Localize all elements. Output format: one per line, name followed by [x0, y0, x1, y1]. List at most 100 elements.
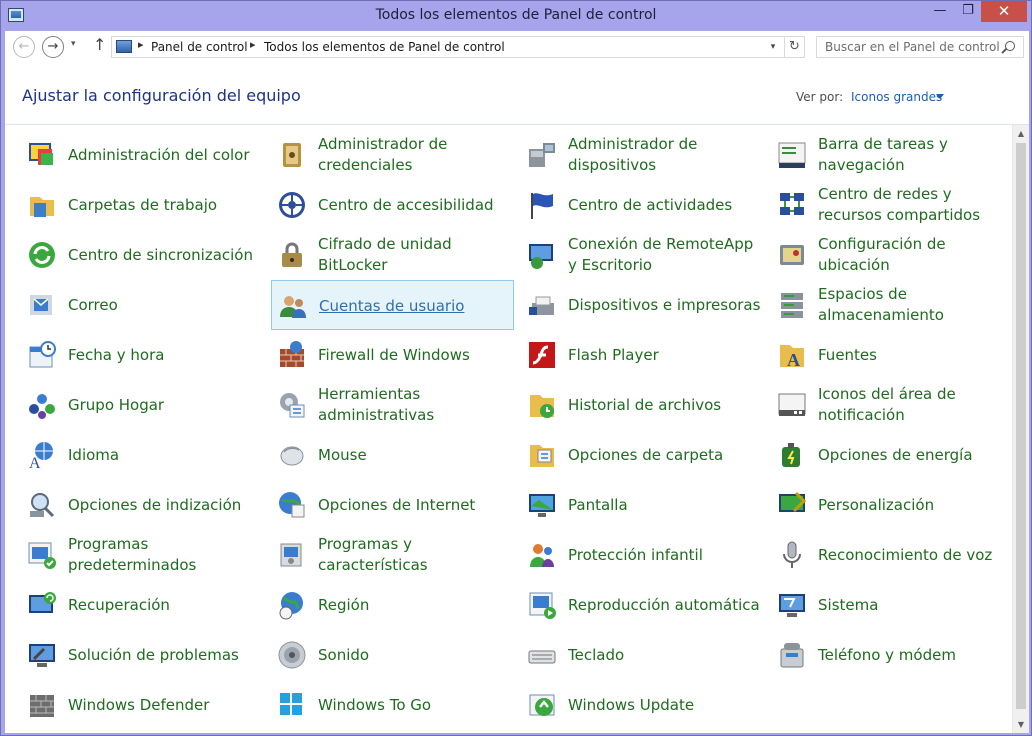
- device-manager-icon: [526, 139, 558, 171]
- refresh-button[interactable]: ↻: [784, 37, 804, 57]
- control-panel-item[interactable]: Opciones de energía: [771, 430, 1012, 480]
- control-panel-item[interactable]: Conexión de RemoteApp y Escritorio: [521, 230, 764, 280]
- item-label: Solución de problemas: [68, 645, 239, 664]
- family-safety-icon: [526, 539, 558, 571]
- control-panel-item[interactable]: Grupo Hogar: [21, 380, 264, 430]
- control-panel-item[interactable]: Administrador de credenciales: [271, 130, 514, 180]
- control-panel-item[interactable]: Correo: [21, 280, 264, 330]
- control-panel-item[interactable]: Espacios de almacenamiento: [771, 280, 1012, 330]
- control-panel-item[interactable]: A Fuentes: [771, 330, 1012, 380]
- address-dropdown-button[interactable]: ▾: [764, 37, 782, 57]
- item-label: Configuración de ubicación: [818, 235, 946, 274]
- control-panel-item[interactable]: Protección infantil: [521, 530, 764, 580]
- back-button[interactable]: ←: [13, 36, 35, 58]
- folder-options-icon: [526, 439, 558, 471]
- item-label: Grupo Hogar: [68, 395, 165, 414]
- minimize-button[interactable]: —: [925, 1, 955, 22]
- control-panel-item[interactable]: Herramientas administrativas: [271, 380, 514, 430]
- control-panel-item[interactable]: Solución de problemas: [21, 630, 264, 680]
- control-panel-item[interactable]: Recuperación: [21, 580, 264, 630]
- chevron-down-icon[interactable]: [936, 94, 944, 99]
- breadcrumb-separator[interactable]: ▸: [250, 38, 256, 51]
- control-panel-item[interactable]: Programas predeterminados: [21, 530, 264, 580]
- control-panel-item[interactable]: Barra de tareas y navegación: [771, 130, 1012, 180]
- scroll-thumb[interactable]: [1016, 143, 1026, 709]
- control-panel-item[interactable]: Administración del color: [21, 130, 264, 180]
- item-label: Opciones de energía: [818, 445, 973, 464]
- control-panel-item[interactable]: Teléfono y módem: [771, 630, 1012, 680]
- control-panel-item[interactable]: Firewall de Windows: [271, 330, 514, 380]
- ease-of-access-icon: [276, 189, 308, 221]
- address-bar[interactable]: ▸ Panel de control ▸ Todos los elementos…: [111, 36, 805, 58]
- power-options-icon: [776, 439, 808, 471]
- item-label: Pantalla: [568, 495, 628, 514]
- close-button[interactable]: ✕: [981, 1, 1027, 22]
- default-programs-icon: [26, 539, 58, 571]
- view-by-dropdown[interactable]: Iconos grandes: [851, 90, 942, 104]
- control-panel-item[interactable]: Administrador de dispositivos: [521, 130, 764, 180]
- region-globe-icon: [276, 589, 308, 621]
- control-panel-item[interactable]: Fecha y hora: [21, 330, 264, 380]
- control-panel-item[interactable]: Dispositivos e impresoras: [521, 280, 764, 330]
- window-title: Todos los elementos de Panel de control: [375, 7, 657, 23]
- control-panel-item[interactable]: Cifrado de unidad BitLocker: [271, 230, 514, 280]
- control-panel-item[interactable]: Personalización: [771, 480, 1012, 530]
- control-panel-item[interactable]: Reproducción automática: [521, 580, 764, 630]
- network-center-icon: [776, 189, 808, 221]
- forward-button[interactable]: →: [42, 36, 64, 58]
- vertical-scrollbar[interactable]: ▲ ▼: [1012, 125, 1029, 733]
- remoteapp-icon: [526, 239, 558, 271]
- item-label: Espacios de almacenamiento: [818, 285, 944, 324]
- recent-locations-dropdown[interactable]: ▾: [71, 39, 76, 49]
- item-label: Correo: [68, 295, 118, 314]
- control-panel-item[interactable]: Mouse: [271, 430, 514, 480]
- control-panel-item[interactable]: Historial de archivos: [521, 380, 764, 430]
- control-panel-item[interactable]: A Idioma: [21, 430, 264, 480]
- search-input[interactable]: Buscar en el Panel de control: [816, 36, 1024, 58]
- control-panel-item[interactable]: Pantalla: [521, 480, 764, 530]
- personalization-icon: [776, 489, 808, 521]
- control-panel-item[interactable]: Cuentas de usuario: [271, 280, 514, 330]
- control-panel-item[interactable]: Centro de accesibilidad: [271, 180, 514, 230]
- control-panel-item[interactable]: Opciones de carpeta: [521, 430, 764, 480]
- item-label: Windows Defender: [68, 695, 210, 714]
- control-panel-item[interactable]: Programas y características: [271, 530, 514, 580]
- control-panel-item[interactable]: Centro de sincronización: [21, 230, 264, 280]
- title-bar[interactable]: Todos los elementos de Panel de control …: [1, 1, 1031, 31]
- up-button[interactable]: ↑: [93, 35, 106, 54]
- scroll-down-button[interactable]: ▼: [1013, 716, 1029, 733]
- control-panel-item[interactable]: Opciones de Internet: [271, 480, 514, 530]
- item-label: Sonido: [318, 645, 370, 664]
- control-panel-item[interactable]: Sistema: [771, 580, 1012, 630]
- control-panel-item[interactable]: Región: [271, 580, 514, 630]
- programs-features-icon: [276, 539, 308, 571]
- control-panel-item[interactable]: Centro de actividades: [521, 180, 764, 230]
- item-label: Personalización: [818, 495, 935, 514]
- control-panel-item[interactable]: Configuración de ubicación: [771, 230, 1012, 280]
- control-panel-item[interactable]: Windows To Go: [271, 680, 514, 730]
- control-panel-item[interactable]: Opciones de indización: [21, 480, 264, 530]
- page-header: Ajustar la configuración del equipo Ver …: [5, 63, 1029, 125]
- control-panel-item[interactable]: Centro de redes y recursos compartidos: [771, 180, 1012, 230]
- control-panel-item[interactable]: Windows Defender: [21, 680, 264, 730]
- display-icon: [526, 489, 558, 521]
- view-by-label: Ver por:: [796, 90, 844, 104]
- breadcrumb-control-panel[interactable]: Panel de control: [151, 40, 248, 54]
- breadcrumb-separator[interactable]: ▸: [138, 38, 144, 51]
- maximize-button[interactable]: ❐: [953, 1, 983, 22]
- item-label: Administrador de credenciales: [318, 135, 448, 174]
- item-label: Teclado: [568, 645, 625, 664]
- control-panel-item[interactable]: Reconocimiento de voz: [771, 530, 1012, 580]
- item-label: Sistema: [818, 595, 879, 614]
- control-panel-item[interactable]: Carpetas de trabajo: [21, 180, 264, 230]
- search-icon[interactable]: [1005, 41, 1015, 51]
- breadcrumb-all-items[interactable]: Todos los elementos de Panel de control: [264, 40, 505, 54]
- control-panel-item[interactable]: Windows Update: [521, 680, 764, 730]
- item-label: Centro de accesibilidad: [318, 195, 494, 214]
- fonts-icon: A: [776, 339, 808, 371]
- control-panel-item[interactable]: Teclado: [521, 630, 764, 680]
- scroll-up-button[interactable]: ▲: [1013, 125, 1029, 142]
- control-panel-item[interactable]: Flash Player: [521, 330, 764, 380]
- control-panel-item[interactable]: Sonido: [271, 630, 514, 680]
- control-panel-item[interactable]: Iconos del área de notificación: [771, 380, 1012, 430]
